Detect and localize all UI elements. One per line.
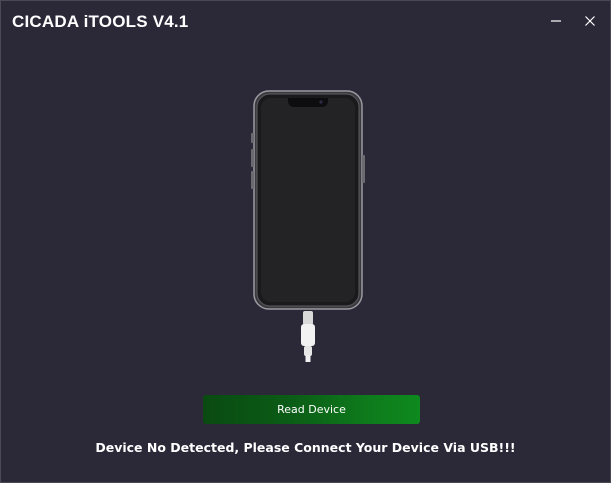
title-bar[interactable]: CICADA iTOOLS V4.1 (1, 1, 610, 41)
close-button[interactable] (575, 7, 605, 35)
app-window: CICADA iTOOLS V4.1 Read Device Device No… (0, 0, 611, 483)
minimize-icon (551, 20, 561, 22)
device-illustration (248, 87, 368, 362)
status-message: Device No Detected, Please Connect Your … (95, 440, 516, 455)
close-icon (585, 16, 595, 26)
read-device-button[interactable]: Read Device (203, 395, 420, 424)
minimize-button[interactable] (541, 7, 571, 35)
iphone-icon (251, 90, 365, 362)
window-title: CICADA iTOOLS V4.1 (12, 12, 189, 31)
